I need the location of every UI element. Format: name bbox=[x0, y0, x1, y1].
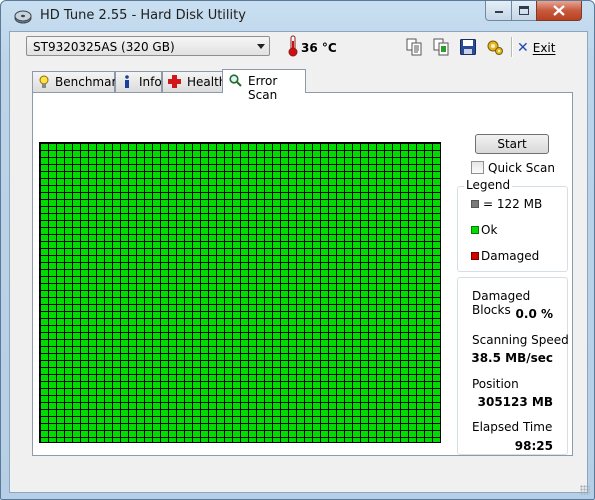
close-button[interactable] bbox=[536, 1, 582, 21]
quick-scan-label[interactable]: Quick Scan bbox=[488, 161, 555, 175]
legend-title: Legend bbox=[464, 178, 513, 192]
tab-health[interactable]: Health bbox=[162, 71, 227, 92]
tab-benchmark[interactable]: Benchmark bbox=[32, 71, 123, 92]
damaged-label: Damaged bbox=[481, 249, 540, 263]
start-button[interactable]: Start bbox=[475, 134, 549, 154]
magnifier-icon bbox=[229, 74, 242, 87]
ok-label: Ok bbox=[481, 223, 498, 237]
drive-select[interactable]: ST9320325AS (320 GB) bbox=[26, 36, 270, 56]
tab-label: Health bbox=[187, 75, 227, 89]
disk-icon bbox=[14, 10, 32, 24]
maximize-button[interactable] bbox=[511, 1, 537, 21]
toolbar-divider bbox=[511, 37, 513, 57]
tab-error-scan[interactable]: Error Scan bbox=[222, 69, 306, 102]
block-size-swatch bbox=[471, 200, 479, 208]
tab-label: Error Scan bbox=[248, 74, 278, 102]
scanning-speed-value: 38.5 MB/sec bbox=[471, 351, 553, 365]
save-icon bbox=[460, 39, 476, 55]
health-cross-icon bbox=[168, 75, 181, 88]
options-button[interactable] bbox=[485, 37, 505, 57]
block-size-label: = 122 MB bbox=[483, 197, 543, 211]
temperature-readout: 36 °C bbox=[301, 41, 337, 55]
ok-swatch bbox=[471, 226, 479, 234]
thermometer-icon bbox=[288, 35, 298, 57]
maximize-icon bbox=[519, 6, 529, 15]
position-label: Position bbox=[472, 377, 519, 391]
tab-info[interactable]: Info bbox=[115, 71, 162, 92]
elapsed-time-label: Elapsed Time bbox=[472, 420, 553, 434]
window-title: HD Tune 2.55 - Hard Disk Utility bbox=[40, 8, 246, 23]
scanning-speed-label: Scanning Speed bbox=[472, 333, 569, 347]
tab-label: Benchmark bbox=[55, 75, 124, 89]
title-bar[interactable]: HD Tune 2.55 - Hard Disk Utility bbox=[1, 1, 594, 31]
info-icon bbox=[125, 75, 129, 88]
chevron-down-icon bbox=[257, 44, 265, 49]
quick-scan-checkbox[interactable] bbox=[471, 161, 484, 174]
minimize-button[interactable] bbox=[485, 1, 512, 21]
minimize-icon bbox=[494, 10, 503, 13]
exit-label: Exit bbox=[532, 41, 556, 55]
lightbulb-icon bbox=[39, 75, 49, 88]
tab-label: Info bbox=[139, 75, 162, 89]
copy-text-button[interactable] bbox=[404, 37, 424, 57]
save-button[interactable] bbox=[458, 37, 478, 57]
error-scan-panel: Start Quick Scan Legend = 122 MB Ok Dama… bbox=[32, 92, 573, 456]
drive-select-value: ST9320325AS (320 GB) bbox=[33, 40, 175, 54]
close-icon bbox=[553, 5, 565, 16]
elapsed-time-value: 98:25 bbox=[514, 439, 553, 453]
exit-x-icon: ✕ bbox=[517, 40, 529, 56]
copy-text-icon bbox=[406, 38, 422, 56]
app-window: HD Tune 2.55 - Hard Disk Utility ST93203… bbox=[0, 0, 595, 500]
scan-block-grid bbox=[39, 142, 441, 443]
copy-screenshot-button[interactable] bbox=[431, 37, 451, 57]
damaged-swatch bbox=[471, 252, 479, 260]
position-value: 305123 MB bbox=[477, 395, 553, 409]
exit-button[interactable]: ✕ Exit bbox=[517, 40, 555, 56]
resize-grip[interactable] bbox=[580, 485, 590, 495]
damaged-blocks-value: 0.0 % bbox=[515, 307, 553, 321]
copy-screenshot-icon bbox=[433, 38, 449, 56]
options-icon bbox=[487, 40, 503, 55]
